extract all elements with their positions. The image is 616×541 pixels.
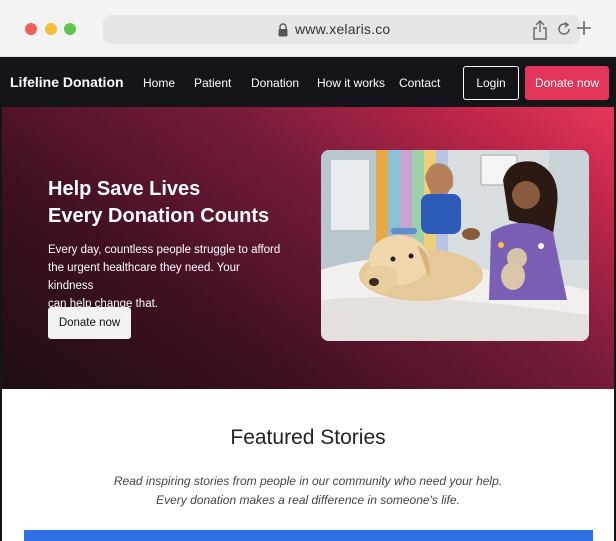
nav-link-home[interactable]: Home [143, 76, 175, 90]
featured-title: Featured Stories [230, 426, 386, 449]
reload-icon[interactable] [556, 21, 572, 37]
hero-photo-illustration [321, 150, 589, 341]
brand-logo[interactable]: Lifeline Donation [10, 74, 124, 90]
hero-text-line1: Every day, countless people struggle to … [48, 244, 281, 256]
hero-description: Every day, countless people struggle to … [48, 241, 288, 313]
nav-link-how-it-works[interactable]: How it works [317, 76, 385, 90]
hero-title-line2: Every Donation Counts [48, 205, 270, 227]
browser-toolbar: www.xelaris.co [0, 0, 616, 57]
navbar: Lifeline Donation Home Patient Donation … [2, 57, 614, 107]
donate-now-hero-button[interactable]: Donate now [48, 307, 131, 339]
nav-link-patient[interactable]: Patient [194, 76, 231, 90]
hero-title-line1: Help Save Lives [48, 178, 201, 200]
hero-text-line2: the urgent healthcare they need. Your ki… [48, 262, 240, 292]
featured-subtitle: Read inspiring stories from people in ou… [2, 472, 614, 510]
featured-subtitle-line1: Read inspiring stories from people in ou… [113, 474, 503, 488]
url-text: www.xelaris.co [295, 21, 391, 37]
address-bar[interactable]: www.xelaris.co [103, 15, 580, 44]
featured-card-top [24, 530, 593, 541]
login-button[interactable]: Login [463, 66, 519, 100]
share-icon[interactable] [531, 19, 549, 41]
nav-link-contact[interactable]: Contact [399, 76, 440, 90]
website: Lifeline Donation Home Patient Donation … [0, 57, 616, 541]
featured-stories-section: Featured Stories Read inspiring stories … [2, 389, 614, 541]
donate-now-nav-button[interactable]: Donate now [525, 66, 609, 100]
minimize-window-button[interactable] [45, 23, 57, 35]
nav-link-donation[interactable]: Donation [251, 76, 299, 90]
lock-icon [278, 23, 288, 37]
close-window-button[interactable] [25, 23, 37, 35]
new-tab-icon[interactable] [576, 20, 592, 36]
featured-subtitle-line2: Every donation makes a real difference i… [156, 493, 460, 507]
hero-title: Help Save Lives Every Donation Counts [48, 176, 269, 230]
hero-photo [321, 150, 589, 341]
maximize-window-button[interactable] [64, 23, 76, 35]
hero-section: Help Save Lives Every Donation Counts Ev… [2, 107, 614, 389]
